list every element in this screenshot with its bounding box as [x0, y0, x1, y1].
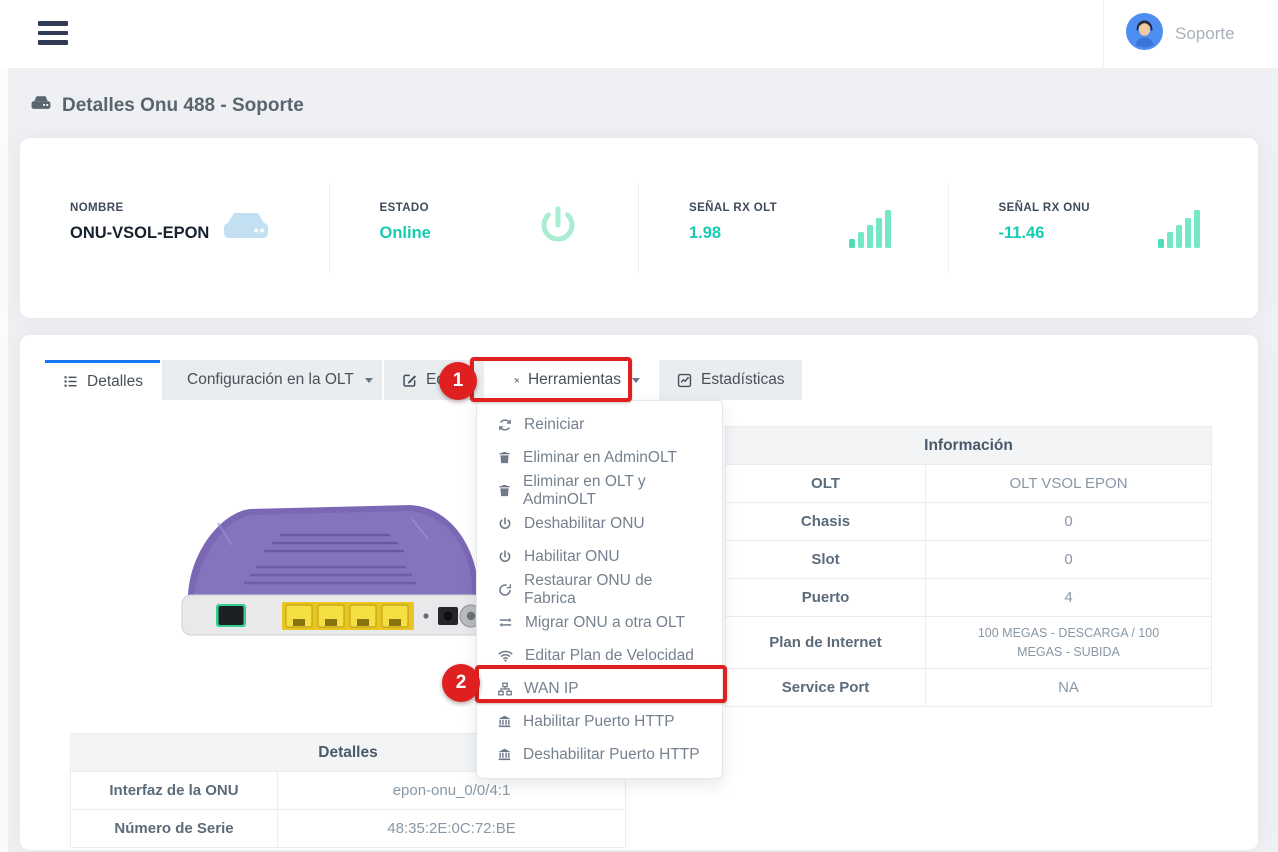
chevron-down-icon	[632, 377, 640, 383]
menu-item-deshabilitar-http[interactable]: Deshabilitar Puerto HTTP	[477, 738, 722, 771]
signal-bars-icon	[848, 208, 891, 248]
table-row: Chasis 0	[725, 502, 1212, 541]
stat-senal-rx-onu: SEÑAL RX ONU -11.46	[949, 168, 1259, 288]
power-icon	[535, 203, 581, 254]
onu-device-icon	[30, 94, 52, 118]
redo-icon	[499, 583, 511, 596]
table-row: OLT OLT VSOL EPON	[725, 464, 1212, 503]
annotation-step-1: 1	[439, 362, 477, 400]
menu-item-eliminar-adminolt[interactable]: Eliminar en AdminOLT	[477, 441, 722, 474]
menu-toggle-icon[interactable]	[38, 21, 68, 47]
user-menu[interactable]: Soporte	[1103, 0, 1258, 68]
chevron-down-icon	[364, 377, 373, 383]
tab-detalles[interactable]: Detalles	[45, 360, 160, 400]
stat-nombre: NOMBRE ONU-VSOL-EPON	[20, 168, 330, 288]
stat-estado: ESTADO Online	[330, 168, 640, 288]
annotation-step-2: 2	[442, 664, 480, 702]
wifi-icon	[498, 650, 513, 662]
onu-detail-panel: Detalles Configuración en la OLT Editar	[20, 335, 1258, 850]
stat-label: NOMBRE	[70, 201, 124, 214]
stat-label: SEÑAL RX OLT	[689, 201, 778, 214]
annotation-box-herramientas	[470, 357, 632, 402]
power-icon	[499, 549, 511, 562]
table-header: Información	[725, 426, 1212, 465]
table-row: Plan de Internet 100 MEGAS - DESCARGA / …	[725, 616, 1212, 669]
sync-icon	[499, 418, 511, 431]
tab-bar: Detalles Configuración en la OLT Editar	[45, 360, 802, 400]
menu-item-habilitar-http[interactable]: Habilitar Puerto HTTP	[477, 705, 722, 738]
router-icon	[220, 206, 272, 251]
bank-icon	[498, 715, 511, 728]
tab-configuracion-olt[interactable]: Configuración en la OLT	[162, 360, 382, 400]
onu-status-card: NOMBRE ONU-VSOL-EPON ESTADO Online SEÑAL…	[20, 138, 1258, 318]
menu-item-eliminar-olt-adminolt[interactable]: Eliminar en OLT y AdminOLT	[477, 473, 722, 508]
menu-item-restaurar-fabrica[interactable]: Restaurar ONU de Fabrica	[477, 572, 722, 607]
table-row: Slot 0	[725, 540, 1212, 579]
trash-icon	[499, 452, 510, 464]
menu-item-deshabilitar-onu[interactable]: Deshabilitar ONU	[477, 507, 722, 540]
menu-item-migrar-onu[interactable]: Migrar ONU a otra OLT	[477, 606, 722, 639]
stat-senal-rx-olt: SEÑAL RX OLT 1.98	[639, 168, 949, 288]
power-icon	[499, 516, 511, 529]
informacion-table: Información OLT OLT VSOL EPON Chasis 0 S…	[725, 426, 1212, 707]
annotation-box-wan-ip	[475, 665, 727, 703]
table-row: Número de Serie 48:35:2E:0C:72:BE	[70, 809, 626, 848]
signal-bars-icon	[1158, 208, 1200, 248]
exchange-arrows-icon	[499, 618, 512, 627]
top-navbar: Soporte	[0, 0, 1278, 68]
table-row: Puerto 4	[725, 578, 1212, 617]
onu-product-image	[160, 483, 490, 653]
menu-item-reiniciar[interactable]: Reiniciar	[477, 408, 722, 441]
trash-icon	[499, 485, 510, 497]
avatar	[1126, 13, 1163, 55]
tab-estadisticas[interactable]: Estadísticas	[659, 360, 802, 400]
stat-value: ONU-VSOL-EPON	[70, 223, 210, 242]
table-row: Service Port NA	[725, 668, 1212, 707]
stat-label: ESTADO	[379, 201, 429, 214]
stat-value: 1.98	[689, 223, 722, 242]
herramientas-dropdown-menu: Reiniciar Eliminar en AdminOLT Eliminar …	[476, 400, 723, 779]
stat-value: -11.46	[998, 223, 1045, 242]
menu-item-habilitar-onu[interactable]: Habilitar ONU	[477, 540, 722, 573]
bank-icon	[498, 748, 511, 761]
stat-label: SEÑAL RX ONU	[998, 201, 1090, 214]
user-name: Soporte	[1175, 24, 1235, 43]
page-title: Detalles Onu 488 - Soporte	[20, 68, 1258, 118]
status-badge: Online	[379, 223, 431, 242]
